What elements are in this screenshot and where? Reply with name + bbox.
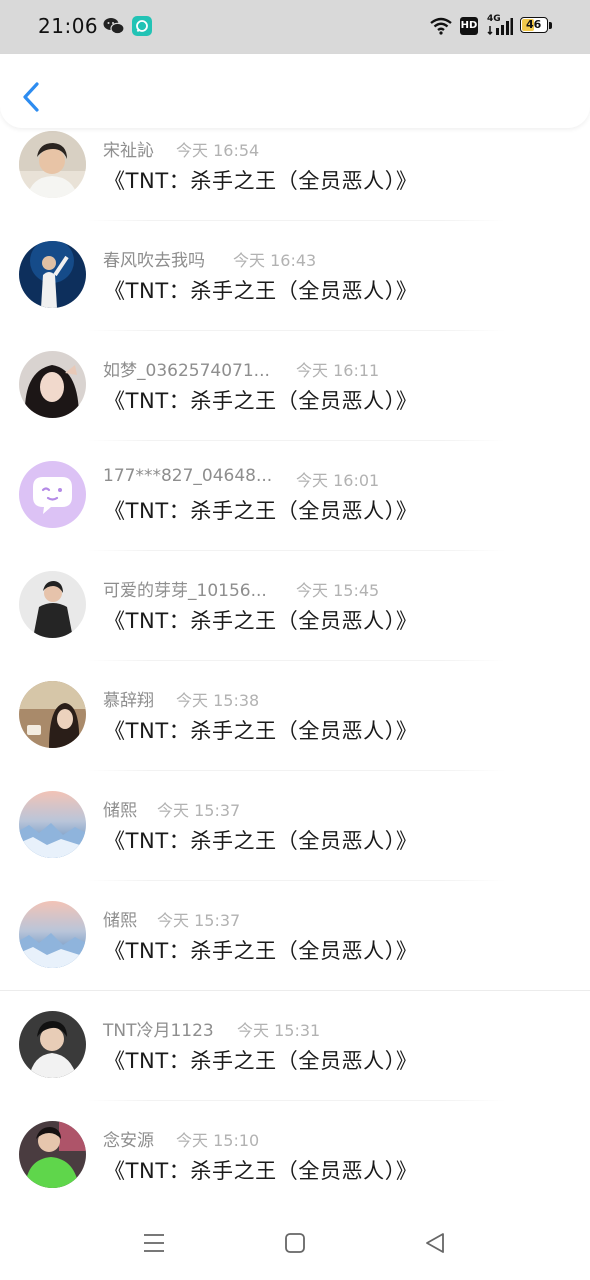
comment-time: 今天 16:01 (296, 471, 380, 490)
avatar[interactable] (19, 791, 86, 858)
comment-time: 今天 15:37 (157, 801, 241, 820)
avatar[interactable] (19, 1011, 86, 1078)
comment-time: 今天 16:54 (176, 141, 260, 160)
divider (86, 220, 506, 221)
comment-time: 今天 15:31 (237, 1021, 321, 1040)
divider (86, 330, 506, 331)
divider (86, 550, 506, 551)
avatar[interactable] (19, 1121, 86, 1188)
comment-text: 《TNT：杀手之王（全员恶人）》 (104, 169, 418, 193)
wifi-icon (430, 17, 452, 35)
comment-text: 《TNT：杀手之王（全员恶人）》 (104, 499, 418, 523)
default-chat-bubble-icon (19, 461, 86, 528)
avatar[interactable] (19, 461, 86, 528)
back-triangle-icon[interactable] (424, 1232, 446, 1254)
app-notification-icon (132, 16, 152, 36)
avatar-photo-icon (19, 791, 86, 858)
avatar-photo-icon (19, 1121, 86, 1188)
4g-signal-icon: 4G (487, 14, 513, 36)
comment-text: 《TNT：杀手之王（全员恶人）》 (104, 719, 418, 743)
list-item[interactable]: 可爱的芽芽_10156... 今天 15:45 《TNT：杀手之王（全员恶人）》 (0, 568, 590, 678)
user-name[interactable]: 念安源 (103, 1126, 154, 1151)
comment-time: 今天 15:38 (176, 691, 260, 710)
comment-time: 今天 16:43 (233, 251, 317, 270)
user-name[interactable]: 如梦_0362574071... (103, 356, 270, 381)
list-item[interactable]: 如梦_0362574071... 今天 16:11 《TNT：杀手之王（全员恶人… (0, 348, 590, 458)
avatar[interactable] (19, 681, 86, 748)
avatar[interactable] (19, 901, 86, 968)
user-name[interactable]: 宋祉訫 (103, 136, 154, 161)
divider (86, 440, 506, 441)
divider (0, 990, 590, 991)
comment-text: 《TNT：杀手之王（全员恶人）》 (104, 389, 418, 413)
list-item[interactable]: 念安源 今天 15:10 《TNT：杀手之王（全员恶人）》 (0, 1118, 590, 1204)
comment-text: 《TNT：杀手之王（全员恶人）》 (104, 609, 418, 633)
comment-text: 《TNT：杀手之王（全员恶人）》 (104, 1049, 418, 1073)
avatar[interactable] (19, 351, 86, 418)
avatar-photo-icon (19, 681, 86, 748)
chevron-left-icon[interactable] (20, 80, 44, 114)
comment-time: 今天 15:45 (296, 581, 380, 600)
avatar-photo-icon (19, 241, 86, 308)
user-name[interactable]: TNT冷月1123 (103, 1016, 214, 1041)
comment-time: 今天 15:10 (176, 1131, 260, 1150)
divider (86, 1100, 506, 1101)
list-item[interactable]: 177***827_04648... 今天 16:01 《TNT：杀手之王（全员… (0, 458, 590, 568)
avatar-photo-icon (19, 571, 86, 638)
avatar-photo-icon (19, 131, 86, 198)
status-bar: 21:06 HD 4G 46 (0, 0, 590, 54)
top-header (0, 54, 590, 128)
avatar-photo-icon (19, 351, 86, 418)
battery-icon: 46 (520, 16, 554, 36)
user-name[interactable]: 储熙 (103, 906, 137, 931)
home-icon[interactable] (284, 1232, 306, 1254)
divider (86, 880, 506, 881)
avatar-photo-icon (19, 1011, 86, 1078)
list-item[interactable]: TNT冷月1123 今天 15:31 《TNT：杀手之王（全员恶人）》 (0, 1008, 590, 1118)
user-name[interactable]: 慕辞翔 (103, 686, 154, 711)
comment-text: 《TNT：杀手之王（全员恶人）》 (104, 1159, 418, 1183)
list-item[interactable]: 春风吹去我吗 今天 16:43 《TNT：杀手之王（全员恶人）》 (0, 238, 590, 348)
comment-time: 今天 15:37 (157, 911, 241, 930)
system-nav-bar (0, 1204, 590, 1280)
avatar[interactable] (19, 131, 86, 198)
battery-level: 46 (526, 18, 542, 31)
hd-icon: HD (460, 17, 478, 35)
user-name[interactable]: 春风吹去我吗 (103, 246, 205, 271)
avatar-photo-icon (19, 901, 86, 968)
menu-icon[interactable] (143, 1232, 165, 1254)
list-item[interactable]: 储熙 今天 15:37 《TNT：杀手之王（全员恶人）》 (0, 788, 590, 898)
comment-text: 《TNT：杀手之王（全员恶人）》 (104, 939, 418, 963)
comment-text: 《TNT：杀手之王（全员恶人）》 (104, 829, 418, 853)
user-name[interactable]: 可爱的芽芽_10156... (103, 576, 267, 601)
user-name[interactable]: 177***827_04648... (103, 466, 272, 486)
divider (86, 770, 506, 771)
comment-text: 《TNT：杀手之王（全员恶人）》 (104, 279, 418, 303)
status-time: 21:06 (38, 14, 99, 38)
avatar[interactable] (19, 241, 86, 308)
wechat-icon (103, 18, 125, 35)
comment-list: 宋祉訫 今天 16:54 《TNT：杀手之王（全员恶人）》 春风吹去我吗 今天 … (0, 128, 590, 1204)
list-item[interactable]: 宋祉訫 今天 16:54 《TNT：杀手之王（全员恶人）》 (0, 128, 590, 238)
avatar[interactable] (19, 571, 86, 638)
divider (86, 660, 506, 661)
comment-time: 今天 16:11 (296, 361, 380, 380)
list-item[interactable]: 慕辞翔 今天 15:38 《TNT：杀手之王（全员恶人）》 (0, 678, 590, 788)
list-item[interactable]: 储熙 今天 15:37 《TNT：杀手之王（全员恶人）》 (0, 898, 590, 1008)
user-name[interactable]: 储熙 (103, 796, 137, 821)
